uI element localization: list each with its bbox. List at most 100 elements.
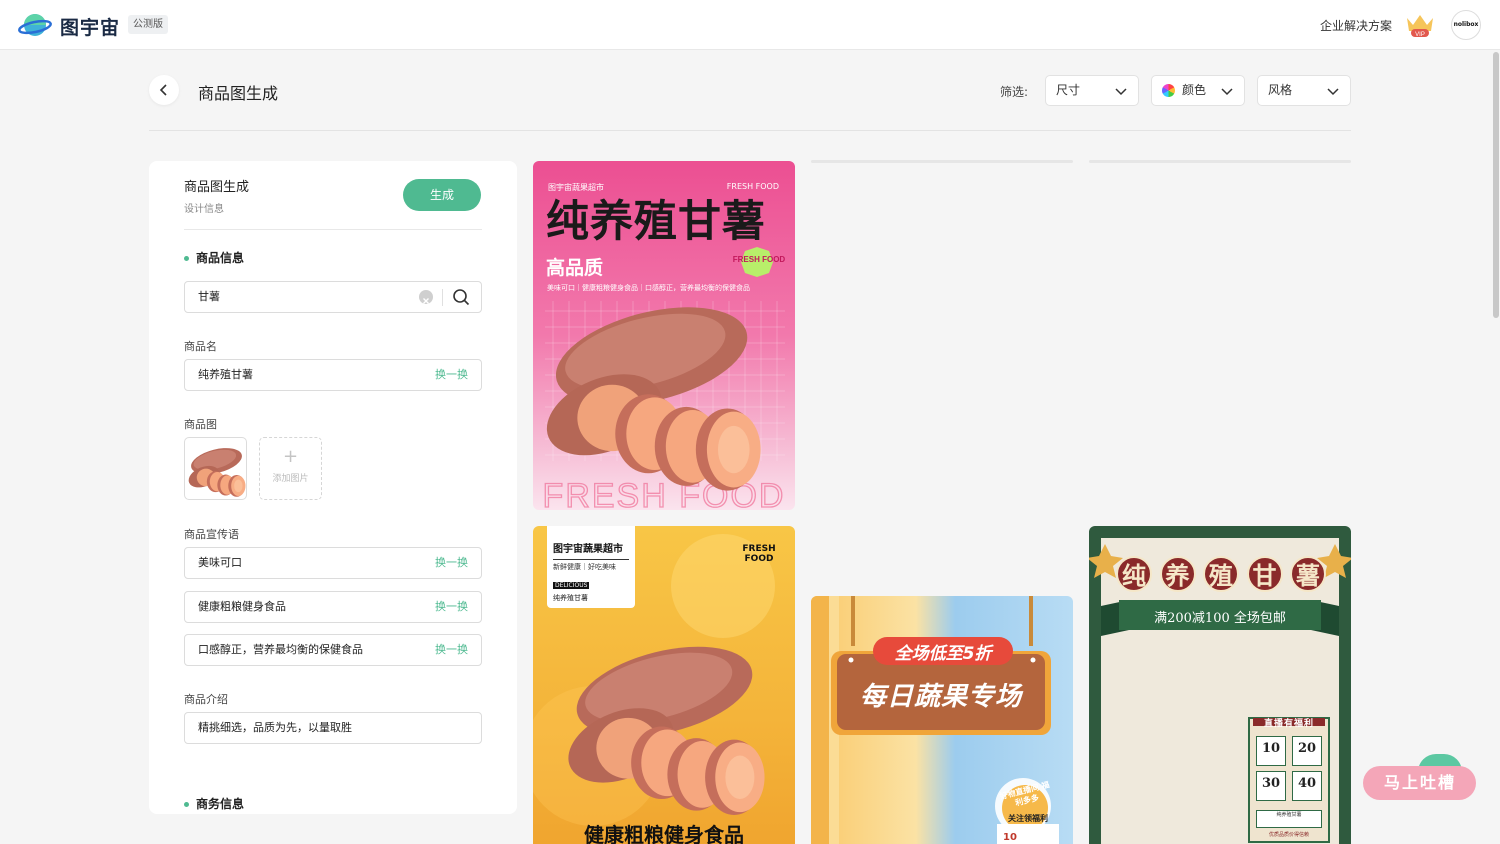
field-separator — [442, 289, 443, 306]
chevron-left-icon — [159, 84, 167, 96]
slogan-field-3[interactable]: 口感醇正，营养最均衡的保健食品 换一换 — [184, 634, 482, 666]
filter-style-label: 风格 — [1268, 83, 1293, 97]
add-image-button[interactable]: + 添加图片 — [259, 437, 322, 500]
card-store-name: 图宇宙蔬果超市 — [553, 544, 623, 555]
coupon-amount: 40 — [1297, 776, 1317, 791]
fresh-food-badge: FRESH FOOD — [733, 255, 786, 264]
filter-color-label: 颜色 — [1182, 83, 1207, 97]
card-quality: 高品质 — [546, 257, 604, 279]
panel-divider — [184, 229, 482, 230]
chevron-down-icon — [1327, 88, 1339, 96]
brand-name[interactable]: 图宇宙 — [60, 13, 120, 40]
title-char: 薯 — [1290, 556, 1326, 592]
feedback-button[interactable]: 马上吐槽 — [1363, 766, 1476, 800]
search-icon[interactable] — [452, 288, 470, 306]
title-char: 殖 — [1203, 556, 1239, 592]
slogan-label: 商品宣传语 — [184, 528, 239, 541]
delicious-tag: DELICIOUS — [553, 582, 590, 589]
back-button[interactable] — [149, 75, 179, 105]
coupon[interactable]: 40 — [1292, 771, 1322, 801]
store-info-box: 图宇宙蔬果超市 新鲜健康｜好吃美味 DELICIOUS 纯养殖甘薯 — [547, 526, 635, 608]
slogan-field-2[interactable]: 健康粗粮健身食品 换一换 — [184, 591, 482, 623]
vip-crown-icon[interactable]: VIP — [1404, 12, 1436, 38]
blue-card-art — [811, 596, 1059, 844]
search-value: 甘薯 — [198, 290, 220, 303]
user-avatar[interactable]: nolibox — [1451, 10, 1481, 40]
follow-text: 关注领福利 — [1008, 814, 1048, 823]
panel-title: 商品图生成 — [184, 180, 250, 195]
coupon-title: 直播有福利 — [1263, 719, 1314, 729]
card-tag: FRESH FOOD — [726, 182, 779, 191]
product-name-value: 纯养殖甘薯 — [198, 368, 253, 381]
product-name-label: 商品名 — [184, 340, 217, 353]
filter-size-label: 尺寸 — [1056, 83, 1081, 97]
coupon-amount: 30 — [1261, 776, 1281, 791]
slogan-value: 健康粗粮健身食品 — [198, 600, 286, 613]
business-info-heading: 商务信息 — [184, 795, 244, 812]
card-tag: FRESH FOOD — [742, 544, 776, 564]
add-image-label: 添加图片 — [272, 474, 309, 484]
design-card-orange[interactable]: 图宇宙蔬果超市 新鲜健康｜好吃美味 DELICIOUS 纯养殖甘薯 FRESH … — [533, 526, 795, 844]
card-store-sub: 新鲜健康｜好吃美味 — [553, 559, 629, 572]
card-headline: 纯养殖甘薯 — [546, 197, 766, 247]
product-search-input[interactable]: 甘薯 — [184, 281, 482, 313]
filter-size-dropdown[interactable]: 尺寸 — [1045, 75, 1139, 106]
design-info-panel: 商品图生成 设计信息 生成 商品信息 甘薯 商品名 纯养殖甘薯 换一换 商品图 … — [149, 161, 517, 814]
sweet-potato-image — [185, 443, 246, 497]
design-card-blue[interactable]: 全场低至5折 每日蔬果专场 好物直播间 福利多多 关注领福利 10 — [811, 596, 1073, 844]
product-image-label: 商品图 — [184, 418, 217, 431]
design-card-pink[interactable]: FRESH FOOD FRESH FOOD 图宇宙蔬果超市 FRESH FOOD… — [533, 161, 795, 510]
coupon[interactable]: 10 — [1256, 736, 1286, 766]
card-bottom-slogan: 健康粗粮健身食品 — [584, 823, 744, 844]
fresh-food-watermark: FRESH FOOD — [543, 477, 786, 510]
swap-slogan-button[interactable]: 换一换 — [435, 548, 468, 578]
title-char: 纯 — [1116, 556, 1152, 592]
enterprise-solutions-link[interactable]: 企业解决方案 — [1320, 17, 1392, 34]
slogan-field-1[interactable]: 美味可口 换一换 — [184, 547, 482, 579]
coupon-amount: 20 — [1297, 741, 1317, 756]
close-icon — [423, 298, 429, 304]
header-divider — [149, 130, 1351, 131]
swap-slogan-button[interactable]: 换一换 — [435, 592, 468, 622]
filter-label: 筛选: — [1000, 85, 1029, 99]
slogan-value: 美味可口 — [198, 556, 242, 569]
coupon[interactable]: 30 — [1256, 771, 1286, 801]
generate-button[interactable]: 生成 — [403, 179, 481, 211]
feedback-label: 马上吐槽 — [1384, 773, 1457, 792]
swap-name-button[interactable]: 换一换 — [435, 360, 468, 390]
coupon-grid: 10 20 30 40 — [1256, 736, 1322, 801]
card-product: 纯养殖甘薯 — [553, 594, 588, 602]
loading-placeholder — [811, 160, 1073, 163]
loading-placeholder — [1089, 160, 1351, 163]
coupon[interactable]: 20 — [1292, 736, 1322, 766]
slogan-value: 口感醇正，营养最均衡的保健食品 — [198, 643, 363, 656]
title-char: 甘 — [1246, 556, 1283, 592]
page-scrollbar[interactable] — [1493, 52, 1499, 318]
product-info-heading: 商品信息 — [184, 249, 244, 266]
coupon-amount: 10 — [1261, 741, 1281, 756]
design-card-green[interactable]: 纯 养 殖 甘 薯 满200减100 全场包邮 直播有福利 10 20 30 4… — [1089, 526, 1351, 844]
page-title: 商品图生成 — [198, 84, 279, 103]
card-subline: 美味可口｜健康粗粮健身食品｜口感醇正，营养最均衡的保健食品 — [547, 284, 750, 292]
title-char: 养 — [1159, 556, 1196, 592]
intro-field[interactable]: 精挑细选，品质为先，以量取胜 — [184, 712, 482, 744]
beta-badge: 公测版 — [128, 15, 168, 34]
price-number: 10 — [1003, 832, 1017, 843]
filter-style-dropdown[interactable]: 风格 — [1257, 75, 1351, 106]
swap-slogan-button[interactable]: 换一换 — [435, 635, 468, 665]
promo-ribbon: 满200减100 全场包邮 — [1154, 611, 1286, 626]
intro-value: 精挑细选，品质为先，以量取胜 — [198, 721, 352, 734]
planet-logo-icon[interactable] — [18, 11, 52, 39]
top-bar: 图宇宙 公测版 企业解决方案 VIP nolibox — [0, 0, 1500, 50]
chevron-down-icon — [1221, 88, 1233, 96]
intro-label: 商品介绍 — [184, 693, 228, 706]
vip-label: VIP — [1415, 32, 1425, 38]
title-characters: 纯 养 殖 甘 薯 — [1116, 556, 1326, 592]
sale-top-sign: 全场低至5折 — [894, 644, 992, 664]
filter-color-dropdown[interactable]: 颜色 — [1151, 75, 1245, 106]
card-store-name: 图宇宙蔬果超市 — [548, 183, 604, 192]
product-image-thumbnail[interactable] — [184, 437, 247, 500]
product-name-field[interactable]: 纯养殖甘薯 换一换 — [184, 359, 482, 391]
color-wheel-icon — [1162, 84, 1175, 97]
clear-icon[interactable] — [419, 290, 433, 304]
